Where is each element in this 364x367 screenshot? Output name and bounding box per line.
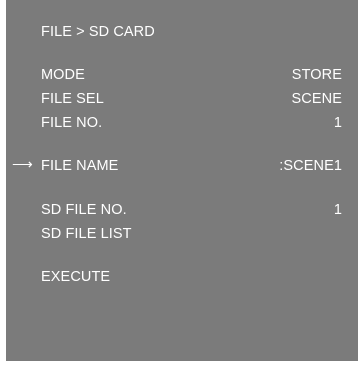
menu-item-file-sel-label: FILE SEL	[41, 91, 104, 107]
menu-screen: FILE > SD CARD MODE STORE FILE SEL SCENE…	[6, 0, 358, 361]
menu-item-sd-file-no[interactable]: SD FILE NO. 1	[41, 201, 342, 219]
menu-item-execute[interactable]: EXECUTE	[41, 268, 342, 286]
menu-item-sd-file-list-label: SD FILE LIST	[41, 226, 132, 242]
menu-title-text: FILE > SD CARD	[41, 24, 155, 40]
right-arrow-icon: ⟶	[12, 157, 33, 173]
menu-item-file-sel-value: SCENE	[291, 91, 342, 107]
menu-item-sd-file-no-label: SD FILE NO.	[41, 202, 127, 218]
menu-item-mode-value: STORE	[291, 67, 342, 83]
menu-item-sd-file-list[interactable]: SD FILE LIST	[41, 225, 342, 243]
menu-item-file-name-label: FILE NAME	[41, 158, 119, 174]
menu-item-mode-label: MODE	[41, 67, 85, 83]
menu-item-sd-file-no-value: 1	[333, 202, 342, 218]
menu-item-file-name-value: :SCENE1	[279, 158, 342, 174]
menu-item-execute-label: EXECUTE	[41, 269, 111, 285]
menu-item-file-no-value: 1	[333, 115, 342, 131]
menu-item-file-no-label: FILE NO.	[41, 115, 103, 131]
menu-item-file-no[interactable]: FILE NO. 1	[41, 114, 342, 132]
menu-item-file-sel[interactable]: FILE SEL SCENE	[41, 90, 342, 108]
menu-item-file-name[interactable]: FILE NAME :SCENE1	[41, 157, 342, 175]
menu-item-mode[interactable]: MODE STORE	[41, 66, 342, 84]
menu-title: FILE > SD CARD	[41, 23, 342, 41]
